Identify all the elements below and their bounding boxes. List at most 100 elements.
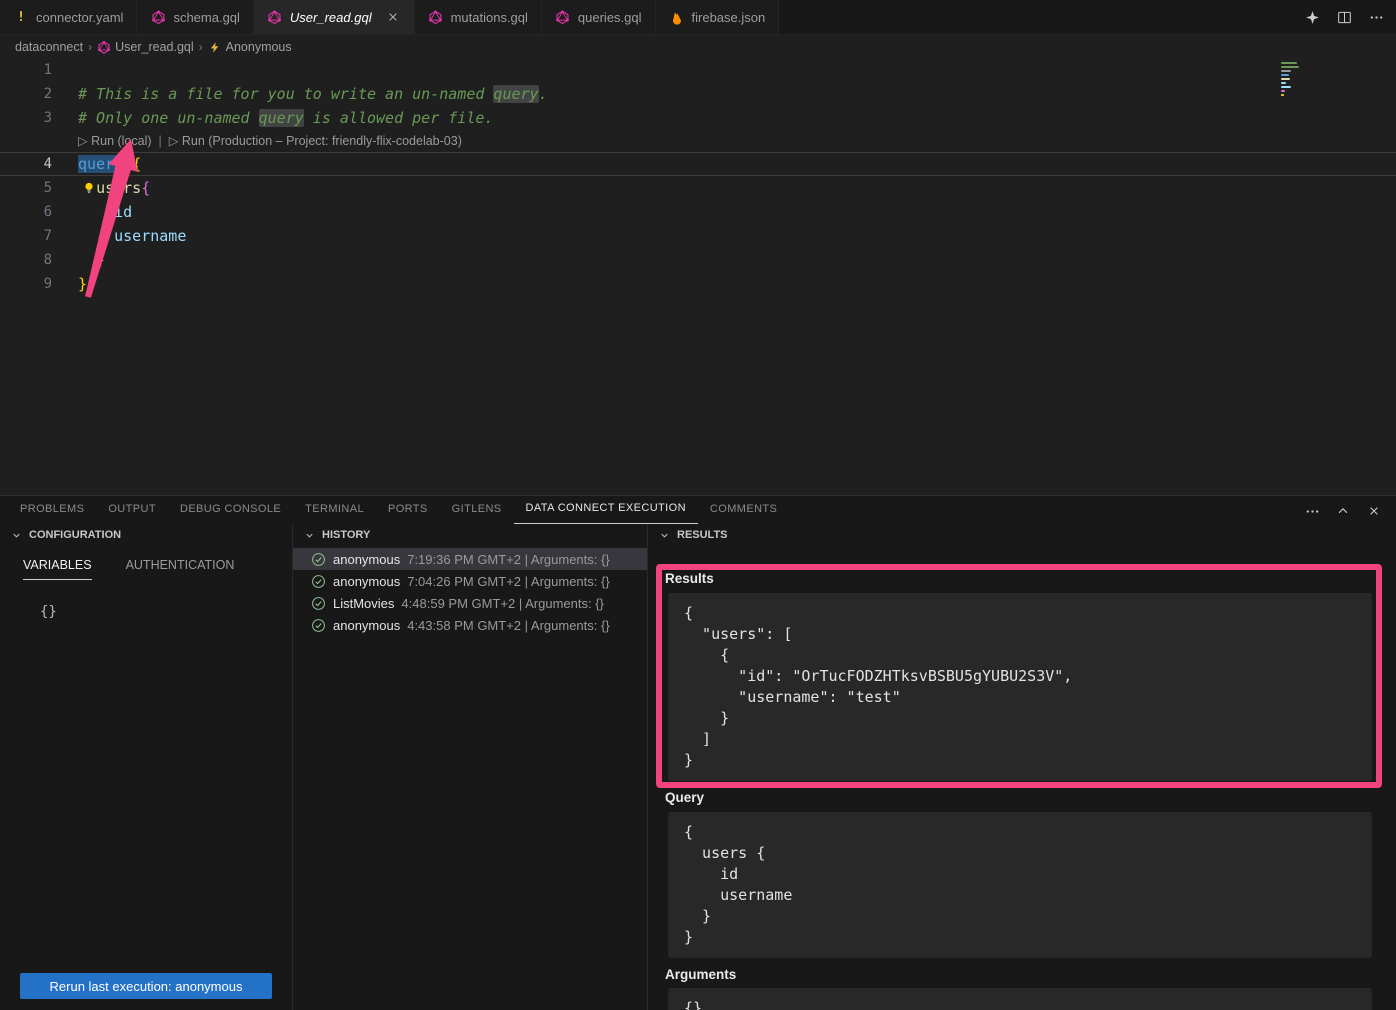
breadcrumb-separator: › [199,40,203,54]
breadcrumb-separator: › [88,40,92,54]
more-icon[interactable] [1304,503,1320,519]
editor-tab-connector.yaml[interactable]: ! connector.yaml [0,0,137,34]
lightbulb-icon[interactable] [82,181,96,195]
graphql-icon [428,9,444,25]
editor-tab-queries.gql[interactable]: queries.gql [542,0,656,34]
history-item[interactable]: ListMovies4:48:59 PM GMT+2 | Arguments: … [293,592,647,614]
line-number: 5 [0,176,52,200]
code-line-content: query { [52,152,141,176]
code-line-7[interactable]: 7 username [0,224,1396,248]
firebase-icon [669,9,685,25]
chevron-down-icon [8,527,24,543]
codelens-run-local[interactable]: ▷ Run (local) [78,134,152,148]
tab-label: queries.gql [578,10,642,25]
panel-tab-debug-console[interactable]: DEBUG CONSOLE [168,503,293,524]
codelens-separator: | [159,134,162,148]
code-line-9[interactable]: 9} [0,272,1396,296]
history-item-detail: 4:48:59 PM GMT+2 | Arguments: {} [401,596,603,611]
editor-tab-schema.gql[interactable]: schema.gql [137,0,253,34]
history-item-name: anonymous [333,552,400,567]
breadcrumb-label: Anonymous [226,40,292,54]
breadcrumb-item-User_read.gql[interactable]: User_read.gql [97,40,194,54]
code-line-content: username [52,224,186,248]
line-number: 9 [0,272,52,296]
configuration-section: CONFIGURATION VARIABLES AUTHENTICATION {… [0,524,293,1010]
history-header-label: HISTORY [322,529,370,541]
panel-tab-ports[interactable]: PORTS [376,503,440,524]
configuration-section-header[interactable]: CONFIGURATION [0,524,292,546]
code-line-5[interactable]: 5 users{ [0,176,1396,200]
breadcrumb-label: dataconnect [15,40,83,54]
results-header-label: RESULTS [677,529,728,541]
results-section: RESULTS Results { "users": [ { "id": "Or… [648,524,1396,1010]
panel-tab-output[interactable]: OUTPUT [96,503,168,524]
editor-tab-firebase.json[interactable]: firebase.json [656,0,780,34]
chevron-down-icon [301,527,317,543]
results-section-header[interactable]: RESULTS [648,524,1396,546]
tab-label: firebase.json [692,10,766,25]
more-icon[interactable] [1368,10,1384,26]
breadcrumb-item-Anonymous[interactable]: Anonymous [208,40,292,54]
history-item-name: anonymous [333,574,400,589]
editor-tab-User_read.gql[interactable]: User_read.gql [254,0,415,34]
panel-tab-problems[interactable]: PROBLEMS [8,503,96,524]
breadcrumb-label: User_read.gql [115,40,194,54]
code-line-content: } [52,248,105,272]
codelens-run-production[interactable]: ▷ Run (Production – Project: friendly-fl… [169,134,462,148]
history-item[interactable]: anonymous7:19:36 PM GMT+2 | Arguments: {… [293,548,647,570]
graphql-icon [150,9,166,25]
panel-tab-data-connect-execution[interactable]: DATA CONNECT EXECUTION [514,502,698,524]
yaml-icon: ! [13,9,29,25]
panel-tab-comments[interactable]: COMMENTS [698,503,789,524]
tab-label: User_read.gql [290,10,372,25]
code-line-content: # This is a file for you to write an un-… [52,82,548,106]
close-icon[interactable] [1366,503,1382,519]
panel-tab-terminal[interactable]: TERMINAL [293,503,376,524]
code-line-content: # Only one un-named query is allowed per… [52,106,493,130]
minimap[interactable] [1281,62,1301,98]
tab-authentication[interactable]: AUTHENTICATION [126,558,235,580]
copilot-sparkle-icon[interactable] [1304,10,1320,26]
code-line-4[interactable]: 4query { [0,152,1396,176]
breadcrumb-item-dataconnect[interactable]: dataconnect [15,40,83,54]
editor-tab-mutations.gql[interactable]: mutations.gql [415,0,542,34]
code-line-3[interactable]: 3# Only one un-named query is allowed pe… [0,106,1396,130]
code-line-1[interactable]: 1 [0,58,1396,82]
line-number: 2 [0,82,52,106]
chevron-up-icon[interactable] [1335,503,1351,519]
history-section-header[interactable]: HISTORY [293,524,647,546]
symbol-query-icon [208,40,222,54]
history-item[interactable]: anonymous 7:04:26 PM GMT+2 | Arguments: {… [293,570,647,592]
history-section: HISTORY anonymous7:19:36 PM GMT+2 | Argu… [293,524,648,1010]
line-number: 8 [0,248,52,272]
code-editor[interactable]: 12# This is a file for you to write an u… [0,58,1396,495]
history-item-detail: 4:43:58 PM GMT+2 | Arguments: {} [407,618,609,633]
variables-editor[interactable]: {} [40,604,292,620]
graphql-icon [267,9,283,25]
arguments-code: {} [668,988,1372,1010]
results-code: { "users": [ { "id": "OrTucFODZHTksvBSBU… [668,593,1372,781]
line-number: 4 [0,152,52,176]
line-number: 7 [0,224,52,248]
history-item-detail: 7:04:26 PM GMT+2 | Arguments: {} [407,574,609,589]
rerun-last-execution-button[interactable]: Rerun last execution: anonymous [20,973,272,999]
code-line-8[interactable]: 8 } [0,248,1396,272]
codelens: ▷ Run (local) | ▷ Run (Production – Projec… [0,130,1396,152]
graphql-icon [97,40,111,54]
check-circle-icon [310,617,326,633]
history-item[interactable]: anonymous 4:43:58 PM GMT+2 | Arguments: {… [293,614,647,636]
code-line-6[interactable]: 6 id [0,200,1396,224]
panel-tab-gitlens[interactable]: GITLENS [440,503,514,524]
split-editor-icon[interactable] [1336,10,1352,26]
check-circle-icon [310,573,326,589]
tab-variables[interactable]: VARIABLES [23,558,92,580]
history-item-name: anonymous [333,618,400,633]
tab-label: mutations.gql [451,10,528,25]
editor-tab-bar: ! connector.yaml schema.gql User_read.gql mu… [0,0,1396,35]
query-code: { users { id username } } [668,812,1372,958]
close-icon[interactable] [385,9,401,25]
tab-label: connector.yaml [36,10,123,25]
tab-label: schema.gql [173,10,239,25]
configuration-header-label: CONFIGURATION [29,529,121,541]
code-line-2[interactable]: 2# This is a file for you to write an un… [0,82,1396,106]
